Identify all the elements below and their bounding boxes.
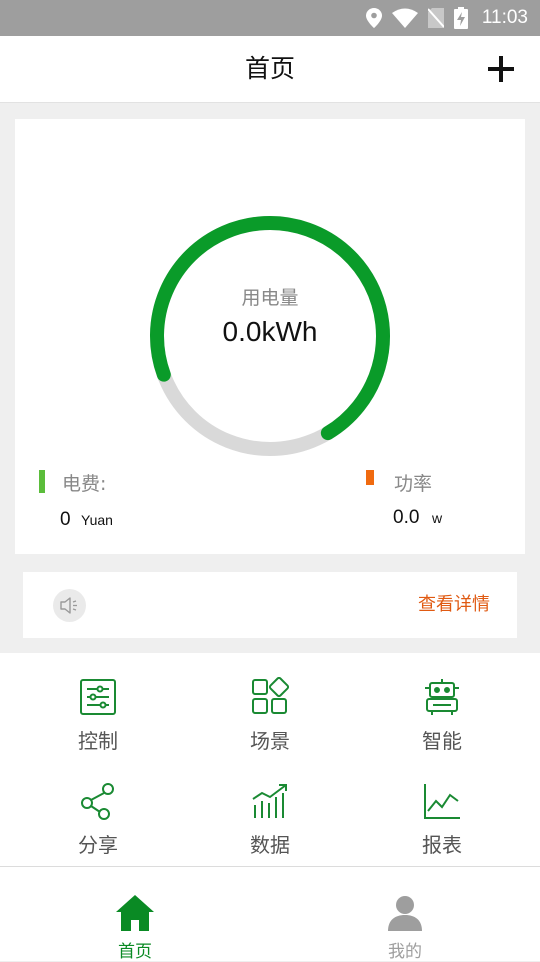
function-label: 数据 <box>250 833 290 857</box>
location-icon <box>365 8 382 28</box>
cost-label: 电费: <box>62 473 107 495</box>
speaker-icon <box>53 589 86 622</box>
energy-card: 用电量 0.0kWh 电费: 0 Yuan 功率 0.0 w <box>15 119 525 554</box>
no-sim-icon <box>427 8 444 28</box>
function-control[interactable]: 控制 <box>8 677 188 777</box>
nav-label: 首页 <box>118 942 152 962</box>
function-label: 报表 <box>422 833 462 857</box>
function-label: 分享 <box>78 833 118 857</box>
status-icons: 11:03 <box>365 0 528 36</box>
function-label: 场景 <box>250 729 290 753</box>
function-scene[interactable]: 场景 <box>180 677 360 777</box>
power-unit: w <box>432 510 443 526</box>
add-button[interactable] <box>488 56 514 82</box>
power-label: 功率 <box>394 473 433 495</box>
battery-charging-icon <box>453 7 468 29</box>
cost-value: 0 <box>60 509 71 530</box>
share-icon <box>81 783 114 820</box>
nav-home[interactable]: 首页 <box>0 867 270 962</box>
bottom-nav: 首页 我的 <box>0 866 540 962</box>
status-bar: 11:03 <box>0 0 540 36</box>
function-label: 控制 <box>78 729 118 753</box>
power-value: 0.0 <box>393 507 420 528</box>
bar-trend-icon <box>252 784 287 818</box>
function-smart[interactable]: 智能 <box>352 677 532 777</box>
user-icon <box>388 896 422 931</box>
page-title: 首页 <box>244 54 295 83</box>
sliders-icon <box>80 679 116 715</box>
home-icon <box>116 895 154 931</box>
cost-unit: Yuan <box>81 512 113 528</box>
view-details-link[interactable]: 查看详情 <box>418 572 490 638</box>
app-bar: 首页 <box>0 36 540 103</box>
scene-grid-icon <box>252 677 290 714</box>
nav-label: 我的 <box>388 942 422 962</box>
robot-icon <box>425 679 459 715</box>
line-chart-icon <box>424 784 460 819</box>
function-grid: 控制 场景 智能 分享 数据 报表 <box>0 653 540 866</box>
usage-label: 用电量 <box>241 287 299 309</box>
nav-mine[interactable]: 我的 <box>270 867 540 962</box>
clock: 11:03 <box>481 7 528 28</box>
cost-indicator <box>39 470 45 493</box>
notice-bar: 查看详情 <box>23 572 517 638</box>
usage-value: 0.0kWh <box>222 316 318 347</box>
power-indicator <box>366 470 374 485</box>
wifi-icon <box>391 8 418 28</box>
function-label: 智能 <box>422 729 462 753</box>
